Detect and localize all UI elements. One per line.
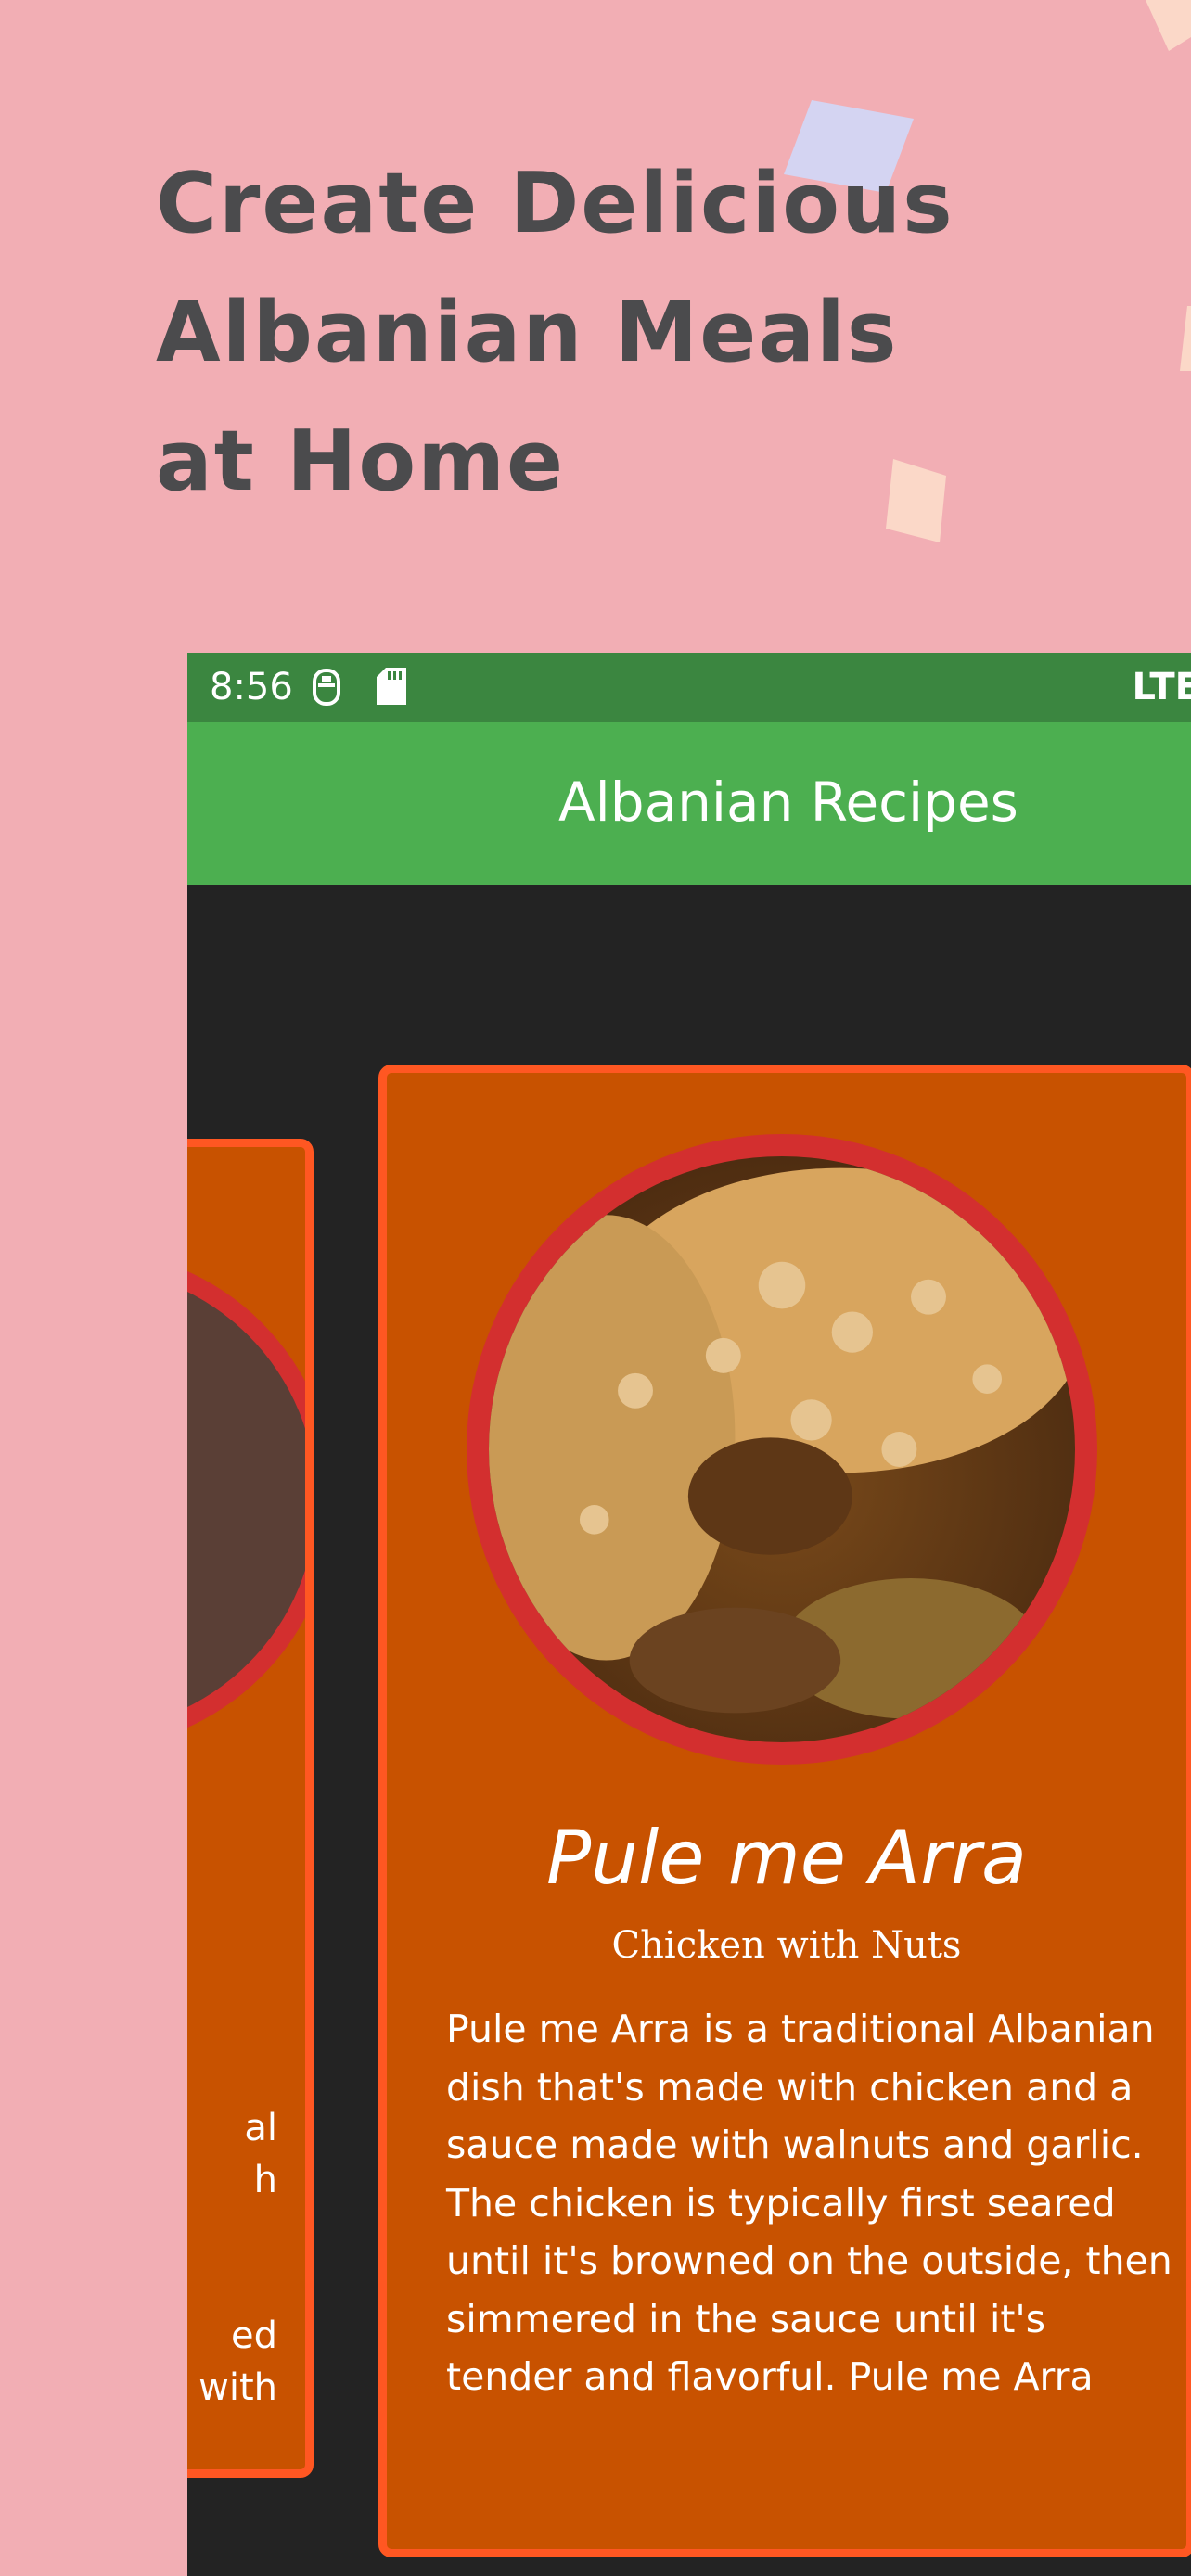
confetti-peach-edge bbox=[1180, 306, 1191, 371]
recipe-image bbox=[467, 1134, 1097, 1765]
app-bar: Albanian Recipes bbox=[187, 722, 1191, 885]
network-indicator: LTE bbox=[1132, 666, 1191, 708]
headline: Create Delicious Albanian Meals at Home bbox=[156, 139, 1065, 526]
sim-icon bbox=[312, 668, 341, 716]
confetti-peach-top bbox=[1146, 0, 1191, 51]
recipe-name: Pule me Arra bbox=[546, 1815, 1027, 1901]
recipe-card-previous[interactable]: al h ed with bbox=[187, 1139, 314, 2478]
sd-card-icon bbox=[377, 668, 406, 714]
recipe-subtitle: Chicken with Nuts bbox=[611, 1924, 962, 1967]
headline-line-2: Albanian Meals bbox=[156, 284, 899, 381]
status-time: 8:56 bbox=[210, 666, 293, 708]
recipe-image-previous bbox=[187, 1249, 305, 1750]
recipe-description-previous: al h ed with bbox=[198, 2107, 277, 2409]
recipe-card[interactable]: Pule me Arra Chicken with Nuts Pule me A… bbox=[378, 1065, 1191, 2557]
headline-line-3: at Home bbox=[156, 413, 566, 510]
app-title: Albanian Recipes bbox=[558, 771, 1018, 834]
phone-screen: 8:56 LTE Albanian Recipes al h ed with P… bbox=[187, 653, 1191, 2576]
food-photo-icon bbox=[489, 1156, 1075, 1742]
recipe-description: Pule me Arra is a traditional Albanian d… bbox=[446, 2007, 1172, 2399]
status-bar: 8:56 LTE bbox=[187, 653, 1191, 722]
headline-line-1: Create Delicious bbox=[156, 155, 954, 252]
